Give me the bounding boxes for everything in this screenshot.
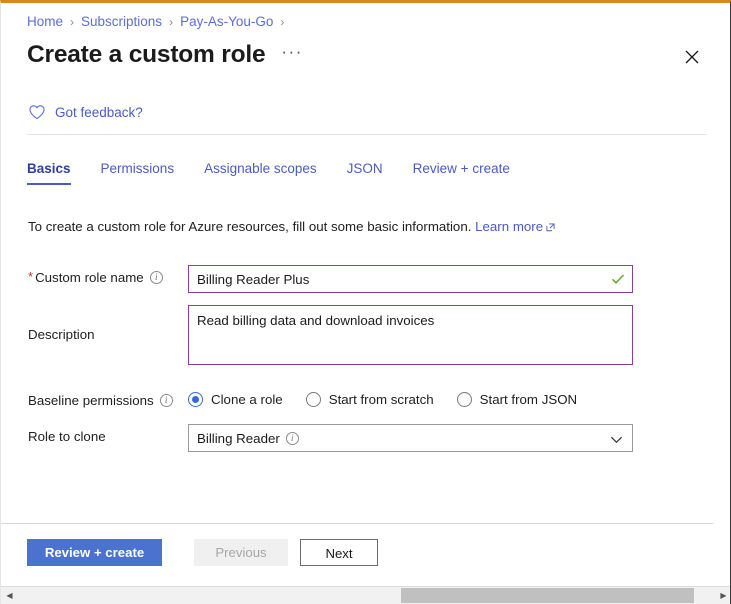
scroll-left-arrow-icon[interactable]: ◀: [1, 587, 18, 604]
breadcrumb-separator-icon: ›: [70, 15, 75, 29]
tab-json[interactable]: JSON: [347, 161, 383, 185]
radio-indicator: [188, 392, 203, 407]
close-icon: [685, 50, 699, 64]
basics-form: * Custom role name i Description: [28, 265, 688, 464]
next-button[interactable]: Next: [300, 539, 378, 566]
create-custom-role-blade: Home › Subscriptions › Pay-As-You-Go › C…: [0, 0, 731, 604]
radio-start-from-scratch[interactable]: Start from scratch: [305, 392, 434, 407]
tab-bar: Basics Permissions Assignable scopes JSO…: [27, 161, 540, 185]
row-custom-role-name: * Custom role name i: [28, 265, 688, 293]
breadcrumb-separator-icon: ›: [169, 15, 174, 29]
radio-indicator: [456, 392, 472, 407]
close-button[interactable]: [679, 44, 705, 70]
radio-clone-a-role[interactable]: Clone a role: [188, 392, 283, 407]
intro-text: To create a custom role for Azure resour…: [28, 218, 555, 237]
scroll-right-arrow-icon[interactable]: ▶: [715, 587, 730, 604]
learn-more-link[interactable]: Learn more: [475, 219, 543, 234]
heart-icon: [28, 103, 46, 121]
radio-indicator: [305, 392, 321, 407]
description-textarea[interactable]: [188, 305, 633, 365]
tab-review-create[interactable]: Review + create: [413, 161, 510, 185]
breadcrumb: Home › Subscriptions › Pay-As-You-Go ›: [27, 13, 291, 31]
custom-role-name-label-cell: * Custom role name i: [28, 265, 188, 285]
info-icon[interactable]: i: [159, 394, 173, 407]
scrollbar-thumb[interactable]: [401, 588, 695, 603]
description-label: Description: [28, 327, 95, 342]
tab-basics[interactable]: Basics: [27, 161, 71, 185]
radio-clone-a-role-label: Clone a role: [211, 392, 283, 407]
radio-start-from-json-label: Start from JSON: [479, 392, 578, 407]
role-to-clone-label: Role to clone: [28, 429, 106, 444]
breadcrumb-separator-icon: ›: [280, 15, 285, 29]
tab-assignable-scopes[interactable]: Assignable scopes: [204, 161, 317, 185]
title-row: Create a custom role ···: [27, 41, 303, 69]
scrollbar-track[interactable]: [18, 587, 715, 604]
info-icon[interactable]: i: [285, 431, 299, 445]
intro-description: To create a custom role for Azure resour…: [28, 219, 472, 234]
description-field-cell: [188, 305, 688, 370]
more-menu-icon[interactable]: ···: [281, 43, 302, 63]
breadcrumb-item-subscriptions[interactable]: Subscriptions: [81, 13, 162, 31]
footer-divider: [1, 523, 713, 524]
got-feedback-button[interactable]: Got feedback?: [28, 103, 143, 121]
role-to-clone-field-cell: Billing Reader i: [188, 424, 688, 452]
custom-role-name-label: Custom role name: [35, 270, 144, 285]
page-title: Create a custom role: [27, 41, 266, 68]
radio-start-from-scratch-label: Start from scratch: [328, 392, 434, 407]
description-label-cell: Description: [28, 305, 188, 342]
row-role-to-clone: Role to clone Billing Reader i: [28, 424, 688, 452]
baseline-permissions-radio-group: Clone a role Start from scratch Start fr…: [188, 388, 688, 407]
radio-start-from-json[interactable]: Start from JSON: [456, 392, 578, 407]
baseline-permissions-field-cell: Clone a role Start from scratch Start fr…: [188, 388, 688, 407]
breadcrumb-item-pay-as-you-go[interactable]: Pay-As-You-Go: [180, 13, 273, 31]
got-feedback-label: Got feedback?: [55, 104, 143, 120]
horizontal-scrollbar[interactable]: ◀ ▶: [1, 586, 730, 604]
role-to-clone-value: Billing Reader: [197, 430, 280, 446]
breadcrumb-item-home[interactable]: Home: [27, 13, 63, 31]
baseline-permissions-label-cell: Baseline permissions i: [28, 388, 188, 408]
baseline-permissions-label: Baseline permissions: [28, 393, 154, 408]
custom-role-name-field-cell: [188, 265, 688, 293]
external-link-icon: [546, 219, 555, 237]
required-marker: *: [28, 269, 34, 284]
role-to-clone-select[interactable]: Billing Reader i: [188, 424, 633, 452]
review-create-button[interactable]: Review + create: [27, 539, 162, 566]
header-divider: [27, 134, 707, 135]
role-to-clone-label-cell: Role to clone: [28, 424, 188, 444]
info-icon[interactable]: i: [149, 271, 163, 284]
tab-permissions[interactable]: Permissions: [101, 161, 175, 185]
previous-button: Previous: [194, 539, 288, 566]
row-description: Description: [28, 305, 688, 370]
chevron-down-icon: [610, 433, 623, 446]
footer-actions: Review + create Previous Next: [27, 539, 378, 566]
custom-role-name-input[interactable]: [188, 265, 633, 293]
custom-role-name-input-wrap: [188, 265, 633, 293]
row-baseline-permissions: Baseline permissions i Clone a role Star…: [28, 388, 688, 408]
